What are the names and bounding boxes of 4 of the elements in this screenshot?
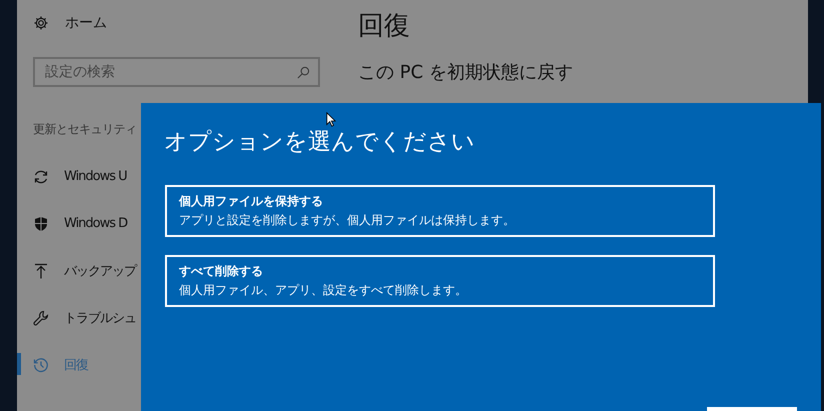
dialog-title: オプションを選んでください — [164, 129, 475, 155]
section-heading: この PC を初期状態に戻す — [358, 61, 573, 84]
page-title: 回復 — [358, 10, 411, 43]
section-heading: 更新とセキュリティ — [33, 121, 136, 138]
